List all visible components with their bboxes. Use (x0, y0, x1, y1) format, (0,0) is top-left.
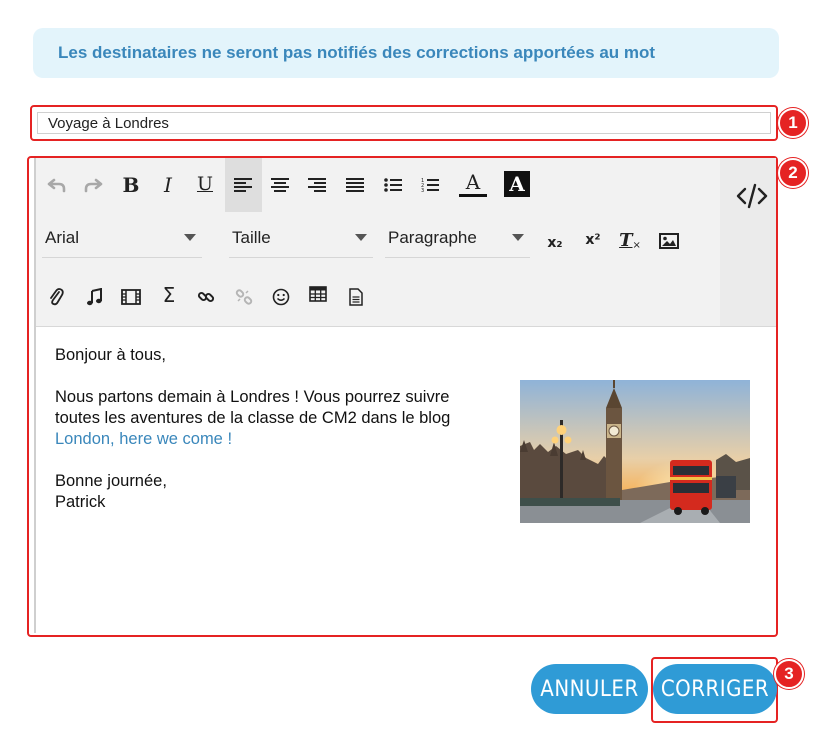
chevron-down-icon (184, 234, 196, 241)
image-icon[interactable] (656, 228, 682, 254)
chevron-down-icon (355, 234, 367, 241)
font-size-select[interactable]: Taille (229, 218, 373, 258)
text-color-label: A (465, 169, 481, 194)
subject-input[interactable] (37, 112, 771, 134)
align-left-icon[interactable] (230, 172, 256, 198)
subject-highlight (30, 105, 778, 141)
editor-highlight: B I U 123 A A Arial Taille Paragraphe x₂… (27, 156, 778, 637)
attachment-icon[interactable] (43, 284, 69, 310)
body-line-1: Nous partons demain à Londres ! Vous pou… (55, 388, 450, 406)
clear-format-label: T (619, 229, 633, 251)
music-icon[interactable] (81, 284, 107, 310)
sigma-icon[interactable]: Σ (156, 282, 182, 308)
align-right-icon[interactable] (304, 172, 330, 198)
bold-icon[interactable]: B (118, 172, 144, 198)
step-badge-3: 3 (774, 659, 804, 689)
greeting-text: Bonjour à tous, (55, 346, 166, 364)
signature-text: Patrick (55, 493, 106, 511)
bullet-list-icon[interactable] (380, 172, 406, 198)
notice-text: Les destinataires ne seront pas notifiés… (58, 43, 656, 62)
template-icon[interactable] (343, 284, 369, 310)
closing-text: Bonne journée, (55, 472, 167, 490)
svg-text:3: 3 (421, 188, 424, 193)
step-badge-1: 1 (778, 108, 808, 138)
align-center-icon[interactable] (267, 172, 293, 198)
london-photo[interactable] (520, 380, 750, 523)
undo-icon[interactable] (44, 172, 70, 198)
background-color-icon[interactable]: A (504, 171, 530, 197)
font-family-value: Arial (45, 227, 80, 247)
unlink-icon[interactable] (231, 284, 257, 310)
submit-button[interactable]: CORRIGER (653, 664, 777, 714)
font-family-select[interactable]: Arial (42, 218, 202, 258)
underline-icon[interactable]: U (192, 171, 218, 197)
toolbar-divider (36, 326, 776, 327)
editor-toolbar: B I U 123 A A Arial Taille Paragraphe x₂… (36, 158, 720, 326)
text-color-icon[interactable]: A (458, 169, 488, 199)
code-view-icon[interactable] (735, 182, 769, 210)
chevron-down-icon (512, 234, 524, 241)
superscript-icon[interactable]: x² (580, 227, 606, 253)
clear-format-x: × (632, 239, 641, 251)
clear-format-icon[interactable]: T × (617, 227, 643, 253)
table-icon[interactable] (305, 281, 331, 307)
subscript-icon[interactable]: x₂ (542, 230, 568, 256)
cancel-button[interactable]: ANNULER (531, 664, 648, 714)
code-view-panel (720, 158, 776, 326)
block-format-select[interactable]: Paragraphe (385, 218, 530, 258)
font-size-value: Taille (232, 227, 271, 247)
emoji-icon[interactable] (268, 284, 294, 310)
edit-word-page: Les destinataires ne seront pas notifiés… (0, 0, 819, 735)
numbered-list-icon[interactable]: 123 (417, 172, 443, 198)
italic-icon[interactable]: I (155, 172, 181, 198)
align-justify-icon[interactable] (342, 172, 368, 198)
redo-icon[interactable] (80, 172, 106, 198)
link-icon[interactable] (193, 284, 219, 310)
blog-link[interactable]: London, here we come ! (55, 430, 232, 448)
rich-text-editor: B I U 123 A A Arial Taille Paragraphe x₂… (34, 158, 776, 633)
block-format-value: Paragraphe (388, 227, 477, 247)
editor-content[interactable]: Bonjour à tous, Nous partons demain à Lo… (55, 345, 495, 513)
text-color-swatch (459, 193, 487, 197)
film-icon[interactable] (118, 284, 144, 310)
info-notice: Les destinataires ne seront pas notifiés… (33, 28, 779, 78)
step-badge-2: 2 (778, 158, 808, 188)
body-line-2: toutes les aventures de la classe de CM2… (55, 409, 451, 427)
